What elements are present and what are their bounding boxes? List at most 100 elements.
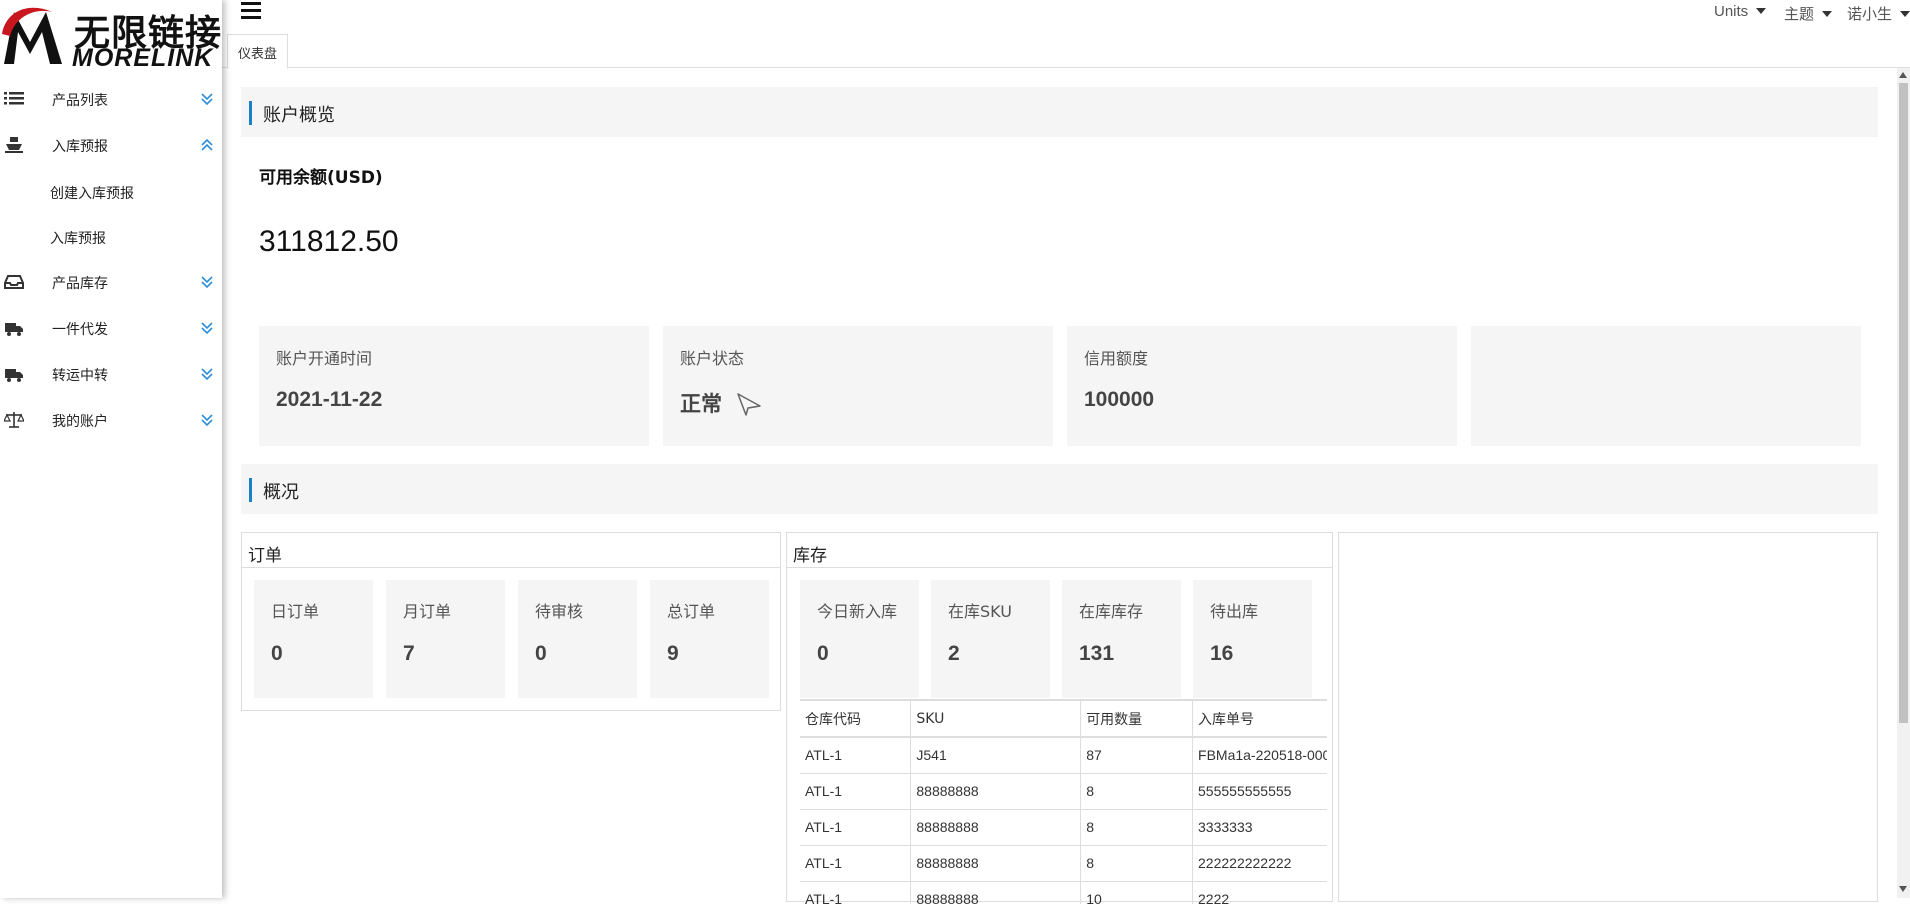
brand-name-en: MORELINK xyxy=(72,44,214,72)
cell-warehouse-code: ATL-1 xyxy=(800,737,912,774)
overview-header: 概况 xyxy=(241,464,1878,514)
user-menu[interactable]: 诺小生 xyxy=(1847,3,1910,24)
column-header-warehouse-code[interactable]: 仓库代码 xyxy=(800,701,912,738)
sidebar-item-my-account[interactable]: 我的账户 xyxy=(0,400,222,440)
stat-label: 待出库 xyxy=(1210,602,1259,621)
stat-value: 0 xyxy=(271,642,283,665)
cell-sku: 88888888 xyxy=(910,773,1082,810)
column-header-available-qty[interactable]: 可用数量 xyxy=(1080,701,1194,738)
cell-warehouse-code: ATL-1 xyxy=(800,845,912,882)
units-menu-label: Units xyxy=(1714,3,1749,20)
cell-inbound-number: FBMa1a-220518-0001 xyxy=(1192,737,1327,774)
user-menu-label: 诺小生 xyxy=(1847,6,1893,23)
sidebar-subitem-inbound-forecast[interactable]: 入库预报 xyxy=(50,228,106,248)
sidebar-item-label: 转运中转 xyxy=(52,368,108,384)
sidebar-item-label: 入库预报 xyxy=(52,139,108,155)
scroll-down-arrow-icon[interactable] xyxy=(1899,886,1907,892)
balance-label: 可用余额(USD) xyxy=(259,168,383,188)
stat-label: 日订单 xyxy=(271,602,320,621)
sidebar-item-label: 一件代发 xyxy=(52,322,108,338)
caret-down-icon xyxy=(1900,11,1910,17)
stat-label: 今日新入库 xyxy=(817,602,898,621)
tab-dashboard[interactable]: 仪表盘 xyxy=(227,34,289,69)
inventory-panel: 库存 今日新入库 0 在库SKU 2 在库库存 131 待出库 16 仓库代码 … xyxy=(786,532,1333,904)
units-menu[interactable]: Units xyxy=(1714,3,1767,20)
account-open-date-card: 账户开通时间 2021-11-22 xyxy=(259,326,649,446)
stat-value: 131 xyxy=(1079,642,1115,665)
list-icon xyxy=(4,92,24,105)
section-title: 概况 xyxy=(263,482,299,503)
chevron-double-down-icon xyxy=(201,93,213,106)
sidebar-item-product-inventory[interactable]: 产品库存 xyxy=(0,262,222,302)
card-label: 账户状态 xyxy=(680,349,745,368)
stat-pending-outbound: 待出库 16 xyxy=(1193,580,1312,698)
cell-available-qty: 10 xyxy=(1080,881,1194,904)
stat-new-inbound-today: 今日新入库 0 xyxy=(800,580,919,698)
cell-sku: 88888888 xyxy=(910,845,1082,882)
sidebar-item-inbound-forecast[interactable]: 入库预报 xyxy=(0,125,222,165)
sidebar-item-label: 我的账户 xyxy=(52,414,108,430)
account-status-card: 账户状态 正常 xyxy=(663,326,1053,446)
stat-monthly-orders: 月订单 7 xyxy=(386,580,505,698)
section-accent-bar xyxy=(249,101,252,125)
balance-value: 311812.50 xyxy=(259,225,399,258)
cell-warehouse-code: ATL-1 xyxy=(800,809,912,846)
inventory-table: 仓库代码 SKU 可用数量 入库单号 ATL-1 J541 87 FBMa1a-… xyxy=(800,701,1327,904)
scroll-up-arrow-icon[interactable] xyxy=(1899,72,1907,78)
cell-inbound-number: 2222 xyxy=(1192,881,1327,904)
table-row[interactable]: ATL-1 88888888 10 2222 xyxy=(800,881,1327,904)
inventory-table-container[interactable]: 仓库代码 SKU 可用数量 入库单号 ATL-1 J541 87 FBMa1a-… xyxy=(800,699,1327,904)
column-header-inbound-number[interactable]: 入库单号 xyxy=(1192,701,1327,738)
stat-total-orders: 总订单 9 xyxy=(650,580,769,698)
table-row[interactable]: ATL-1 88888888 8 3333333 xyxy=(800,809,1327,846)
paper-plane-icon[interactable] xyxy=(736,392,762,416)
theme-menu-label: 主题 xyxy=(1784,6,1815,23)
theme-menu[interactable]: 主题 xyxy=(1784,3,1833,24)
cell-warehouse-code: ATL-1 xyxy=(800,773,912,810)
brand-logo[interactable]: 无限链接 MORELINK xyxy=(0,0,222,72)
sidebar-item-transshipment[interactable]: 转运中转 xyxy=(0,354,222,394)
cell-sku: 88888888 xyxy=(910,881,1082,904)
chevron-double-down-icon xyxy=(201,322,213,335)
card-value: 2021-11-22 xyxy=(276,388,383,411)
card-value: 正常 xyxy=(680,392,722,416)
table-row[interactable]: ATL-1 88888888 8 555555555555 xyxy=(800,773,1327,810)
sidebar-item-dropshipping[interactable]: 一件代发 xyxy=(0,308,222,348)
chevron-double-up-icon xyxy=(201,138,213,151)
inbox-icon xyxy=(4,275,24,289)
scale-icon xyxy=(4,412,24,428)
cell-inbound-number: 222222222222 xyxy=(1192,845,1327,882)
table-row[interactable]: ATL-1 88888888 8 222222222222 xyxy=(800,845,1327,882)
cell-sku: 88888888 xyxy=(910,809,1082,846)
chevron-double-down-icon xyxy=(201,414,213,427)
table-row[interactable]: ATL-1 J541 87 FBMa1a-220518-0001 xyxy=(800,737,1327,774)
hamburger-menu-icon[interactable] xyxy=(241,2,261,22)
ship-icon xyxy=(5,137,23,153)
card-value: 100000 xyxy=(1084,388,1155,411)
page-scrollbar[interactable] xyxy=(1897,68,1910,898)
empty-card xyxy=(1471,326,1861,446)
caret-down-icon xyxy=(1756,8,1767,14)
cell-sku: J541 xyxy=(910,737,1082,774)
card-label: 账户开通时间 xyxy=(276,349,373,368)
column-header-sku[interactable]: SKU xyxy=(910,701,1082,738)
table-header-row: 仓库代码 SKU 可用数量 入库单号 xyxy=(800,701,1327,738)
scroll-thumb[interactable] xyxy=(1899,83,1908,723)
stat-label: 总订单 xyxy=(667,602,716,621)
truck-icon xyxy=(5,323,23,336)
sidebar-subitem-create-inbound-forecast[interactable]: 创建入库预报 xyxy=(50,183,134,203)
cell-available-qty: 8 xyxy=(1080,809,1194,846)
sidebar: 无限链接 MORELINK 产品列表 入库预报 创建入库预报 入库预报 产品库存… xyxy=(0,0,222,898)
stat-value: 0 xyxy=(535,642,547,665)
stat-sku-in-stock: 在库SKU 2 xyxy=(931,580,1050,698)
stat-label: 在库库存 xyxy=(1079,602,1144,621)
stat-stock-quantity: 在库库存 131 xyxy=(1062,580,1181,698)
tab-bar: 仪表盘 xyxy=(222,34,1910,69)
cell-warehouse-code: ATL-1 xyxy=(800,881,912,904)
cell-available-qty: 8 xyxy=(1080,845,1194,882)
cell-available-qty: 87 xyxy=(1080,737,1194,774)
stat-label: 待审核 xyxy=(535,602,584,621)
sidebar-item-product-list[interactable]: 产品列表 xyxy=(0,79,222,119)
section-title: 账户概览 xyxy=(263,105,335,126)
orders-panel: 订单 日订单 0 月订单 7 待审核 0 总订单 9 xyxy=(241,532,781,711)
